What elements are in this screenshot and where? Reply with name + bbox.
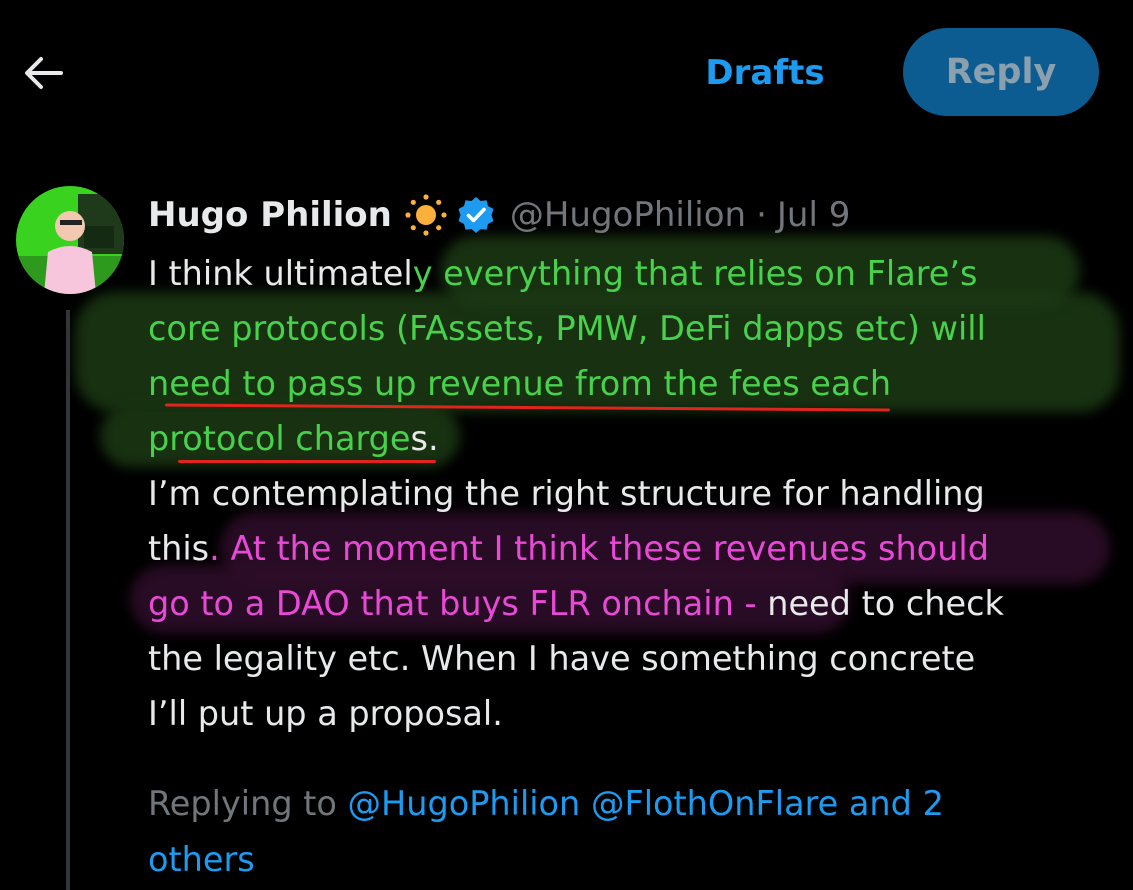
arrow-left-icon <box>25 57 63 89</box>
sun-icon <box>405 194 447 236</box>
back-button[interactable] <box>18 50 68 96</box>
highlighted-text-span: y everything that relies on Flare’s <box>412 254 978 293</box>
tweet-line: I’m contemplating the right structure fo… <box>148 466 1118 521</box>
highlighted-text-span: core protocols (FAssets, PMW, DeFi dapps… <box>148 309 986 348</box>
text-span: the legality etc. When I have something … <box>148 639 976 678</box>
text-span: I’m contemplating the right structure fo… <box>148 474 985 513</box>
tweet-line: I think ultimately everything that relie… <box>148 246 1118 301</box>
separator-dot: · <box>756 195 767 235</box>
highlighted-text-span: go to a DAO that buys FLR onchain - <box>148 584 768 623</box>
text-span: s. <box>410 419 439 458</box>
tweet-line: this. At the moment I think these revenu… <box>148 521 1118 576</box>
mention-link[interactable]: @FlothOnFlare <box>591 784 838 823</box>
verified-badge-icon <box>458 197 494 233</box>
tweet-line: core protocols (FAssets, PMW, DeFi dapps… <box>148 301 1118 356</box>
tweet-body: I think ultimately everything that relie… <box>148 246 1118 741</box>
others-link[interactable]: others <box>148 840 255 879</box>
drafts-link[interactable]: Drafts <box>690 46 840 100</box>
profile-photo <box>16 186 124 294</box>
highlighted-text-span: need to pass up revenue from the fees ea… <box>148 364 892 403</box>
user-handle[interactable]: @HugoPhilion <box>510 195 746 235</box>
tweet-line: protocol charges. <box>148 411 1118 466</box>
highlighted-text-span: protocol charge <box>148 419 411 458</box>
tweet-line: need to pass up revenue from the fees ea… <box>148 356 1118 411</box>
others-link[interactable]: and 2 <box>849 784 944 823</box>
mention-link[interactable]: @HugoPhilion <box>348 784 581 823</box>
display-name[interactable]: Hugo Philion <box>148 195 392 235</box>
tweet-header: Hugo Philion @HugoPhilion · Jul 9 <box>148 188 850 242</box>
replying-to: Replying to @HugoPhilion @FlothOnFlare a… <box>148 776 1108 888</box>
tweet-line: I’ll put up a proposal. <box>148 686 1118 741</box>
tweet-line: the legality etc. When I have something … <box>148 631 1118 686</box>
tweet-line: go to a DAO that buys FLR onchain - need… <box>148 576 1118 631</box>
text-span: need to check <box>767 584 1004 623</box>
highlighted-text-span: . At the moment I think these revenues s… <box>209 529 989 568</box>
thread-line <box>66 310 70 890</box>
replying-prefix: Replying to <box>148 784 348 823</box>
text-span: I think ultimatel <box>148 254 413 293</box>
tweet-date[interactable]: Jul 9 <box>777 195 850 235</box>
reply-button[interactable]: Reply <box>903 28 1099 116</box>
avatar[interactable] <box>16 186 124 294</box>
red-underline-mark <box>178 460 436 463</box>
text-span: this <box>148 529 210 568</box>
text-span: I’ll put up a proposal. <box>148 694 503 733</box>
